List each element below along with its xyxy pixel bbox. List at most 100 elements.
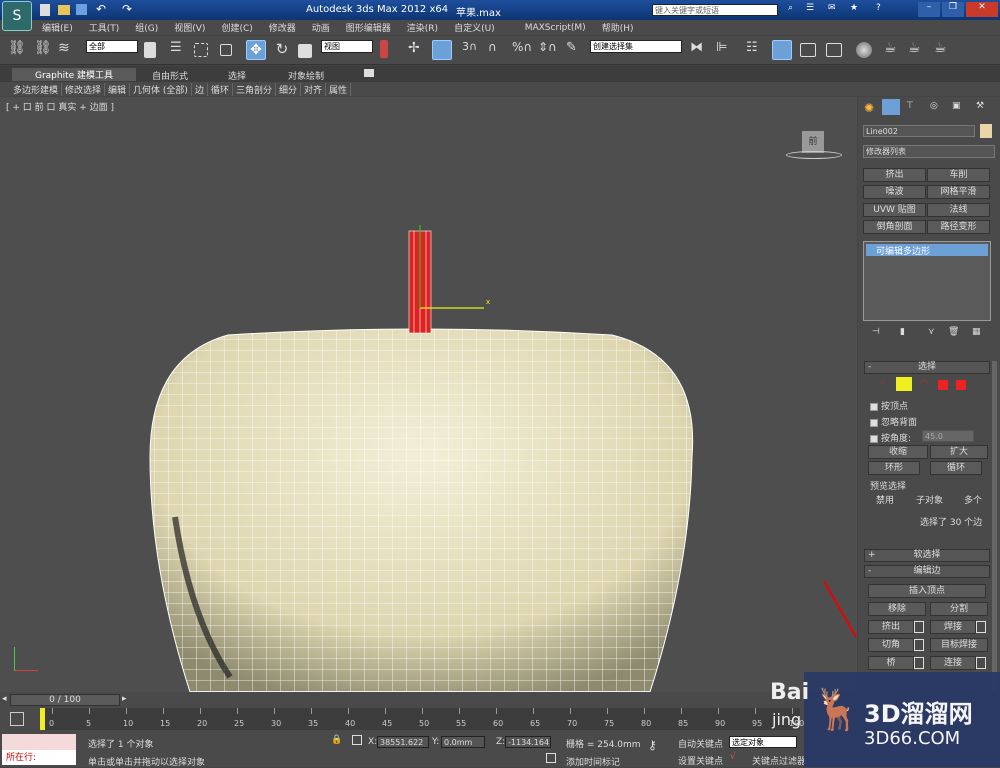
named-selection-dropdown[interactable]: 创建选择集 [590,40,682,53]
by-angle-check-box[interactable] [870,434,878,443]
material-editor-icon[interactable] [856,42,872,58]
set-key-button[interactable]: 设置关键点 [678,754,723,767]
menu-customize[interactable]: 自定义(U) [454,21,495,34]
selection-lock-icon[interactable]: 🔒 [331,735,342,745]
search-input[interactable]: 键入关键字或短语 [652,4,778,16]
mod-uvw-button[interactable]: UVW 贴图 [863,203,926,217]
auto-key-button[interactable]: 自动关键点 [678,737,723,750]
rotate-icon[interactable]: ↻ [272,40,292,60]
front-viewport[interactable]: [ + 口 前 口 真实 + 边面 ] 前 x [0,97,857,692]
bind-spacewarp-icon[interactable]: ≋ [58,40,78,60]
snap-3d-icon[interactable]: 3∩ [462,40,482,60]
x-coord-field[interactable]: 38551.622 [377,736,429,748]
menu-edit[interactable]: 编辑(E) [42,21,73,34]
communication-icon[interactable]: ✉ [828,3,836,13]
restore-icon[interactable]: ❐ [942,2,964,17]
preview-disabled-radio[interactable]: 禁用 [876,493,894,506]
by-angle-checkbox[interactable]: 按角度: [870,431,911,444]
align-icon[interactable]: ⊫ [716,40,736,60]
select-manipulate-icon[interactable]: ✢ [408,40,428,60]
ribbon-tab-freeform[interactable]: 自由形式 [152,69,188,82]
reference-coord-dropdown[interactable]: 视图 [321,40,373,53]
add-time-tag[interactable]: 添加时间标记 [566,755,620,768]
grow-button[interactable]: 扩大 [930,445,988,459]
keyboard-shortcut-icon[interactable] [432,40,452,60]
new-file-icon[interactable] [40,4,50,16]
preview-multi-radio[interactable]: 多个 [964,493,982,506]
menu-rendering[interactable]: 渲染(R) [407,21,438,34]
connect-settings-icon[interactable] [976,657,986,669]
mirror-icon[interactable]: ⧓ [690,40,710,60]
next-frame-icon[interactable]: ▸ [122,694,127,704]
search-icon[interactable]: ⌕ [788,3,793,13]
curve-editor-icon[interactable] [800,43,816,57]
scale-icon[interactable] [298,44,312,58]
mini-curve-editor-icon[interactable] [10,712,24,726]
unlink-icon[interactable]: ⛓ [34,40,54,60]
ring-button[interactable]: 环形 [868,461,920,475]
extrude-button[interactable]: 挤出 [868,620,914,634]
rect-region-icon[interactable] [194,43,208,57]
insert-vertex-button[interactable]: 插入顶点 [868,584,986,598]
extrude-settings-icon[interactable] [914,621,924,633]
menu-group[interactable]: 组(G) [135,21,158,34]
angle-spinner[interactable]: 45.0 [922,430,974,442]
edge-mode-icon[interactable] [896,377,912,391]
mod-path-deform-button[interactable]: 路径变形 [927,220,990,234]
pin-stack-icon[interactable]: ⊣ [872,327,880,337]
time-tag-icon[interactable] [546,753,556,763]
menu-graph-editors[interactable]: 图形编辑器 [346,21,391,34]
loop-button[interactable]: 循环 [930,461,982,475]
move-icon[interactable]: ✥ [246,40,266,60]
key-filters-icon[interactable]: √ [730,752,736,762]
shrink-button[interactable]: 收缩 [868,445,928,459]
close-icon[interactable]: ✕ [966,2,998,17]
redo-icon[interactable]: ↷ [122,2,132,16]
menu-modifiers[interactable]: 修改器 [269,21,296,34]
spinner-snap-icon[interactable]: ⇕∩ [538,40,558,60]
show-end-result-icon[interactable]: ▮ [900,327,905,337]
mod-meshsmooth-button[interactable]: 网格平滑 [927,185,990,199]
weld-settings-icon[interactable] [976,621,986,633]
app-logo-icon[interactable]: S [2,1,32,31]
location-field[interactable]: 所在行: [2,750,76,765]
by-vertex-checkbox[interactable]: 按顶点 [870,399,908,412]
render-production-icon[interactable]: ☕ [934,40,954,60]
subscription-icon[interactable]: ☰ [806,3,814,13]
time-slider[interactable]: 0 / 100 [10,694,120,706]
menu-tools[interactable]: 工具(T) [89,21,120,34]
window-crossing-icon[interactable] [220,44,232,56]
hierarchy-tab-icon[interactable]: ⊤ [906,101,914,111]
menu-create[interactable]: 创建(C) [221,21,252,34]
menu-maxscript[interactable]: MAXScript(M) [525,23,586,33]
layer-manager-icon[interactable]: ☷ [746,40,766,60]
apple-model[interactable]: x [0,97,857,692]
time-cursor[interactable] [40,708,45,730]
edit-edges-rollout[interactable]: - 编辑边 [864,565,990,578]
render-setup-icon[interactable]: ☕ [884,40,904,60]
make-unique-icon[interactable]: ⋎ [928,327,935,337]
menu-animation[interactable]: 动画 [312,21,330,34]
y-coord-field[interactable]: 0.0mm [441,736,485,748]
soft-selection-rollout[interactable]: + 软选择 [864,549,990,562]
bridge-settings-icon[interactable] [914,657,924,669]
ignore-backface-checkbox[interactable]: 忽略背面 [870,415,917,428]
select-by-name-icon[interactable]: ☰ [170,40,190,60]
ribbon-loops[interactable]: 循环 [208,82,233,96]
link-icon[interactable]: ⛓ [8,40,28,60]
percent-snap-icon[interactable]: %∩ [512,40,532,60]
mod-bevel-profile-button[interactable]: 倒角剖面 [863,220,926,234]
z-coord-field[interactable]: -1134.164 [505,736,551,748]
menu-help[interactable]: 帮助(H) [602,21,634,34]
connect-button[interactable]: 连接 [930,656,976,670]
mod-normal-button[interactable]: 法线 [927,203,990,217]
mod-lathe-button[interactable]: 车削 [927,168,990,182]
angle-snap-icon[interactable]: ∩ [488,40,508,60]
by-vertex-check-box[interactable] [870,402,878,411]
remove-modifier-icon[interactable]: 🗑 [948,327,959,337]
ribbon-align[interactable]: 对齐 [301,82,327,96]
key-mode-dropdown[interactable]: 选定对象 [729,736,797,748]
mod-noise-button[interactable]: 噪波 [863,185,926,199]
stack-item-editable-poly[interactable]: 可编辑多边形 [866,244,988,257]
selection-rollout[interactable]: - 选择 [864,361,990,374]
